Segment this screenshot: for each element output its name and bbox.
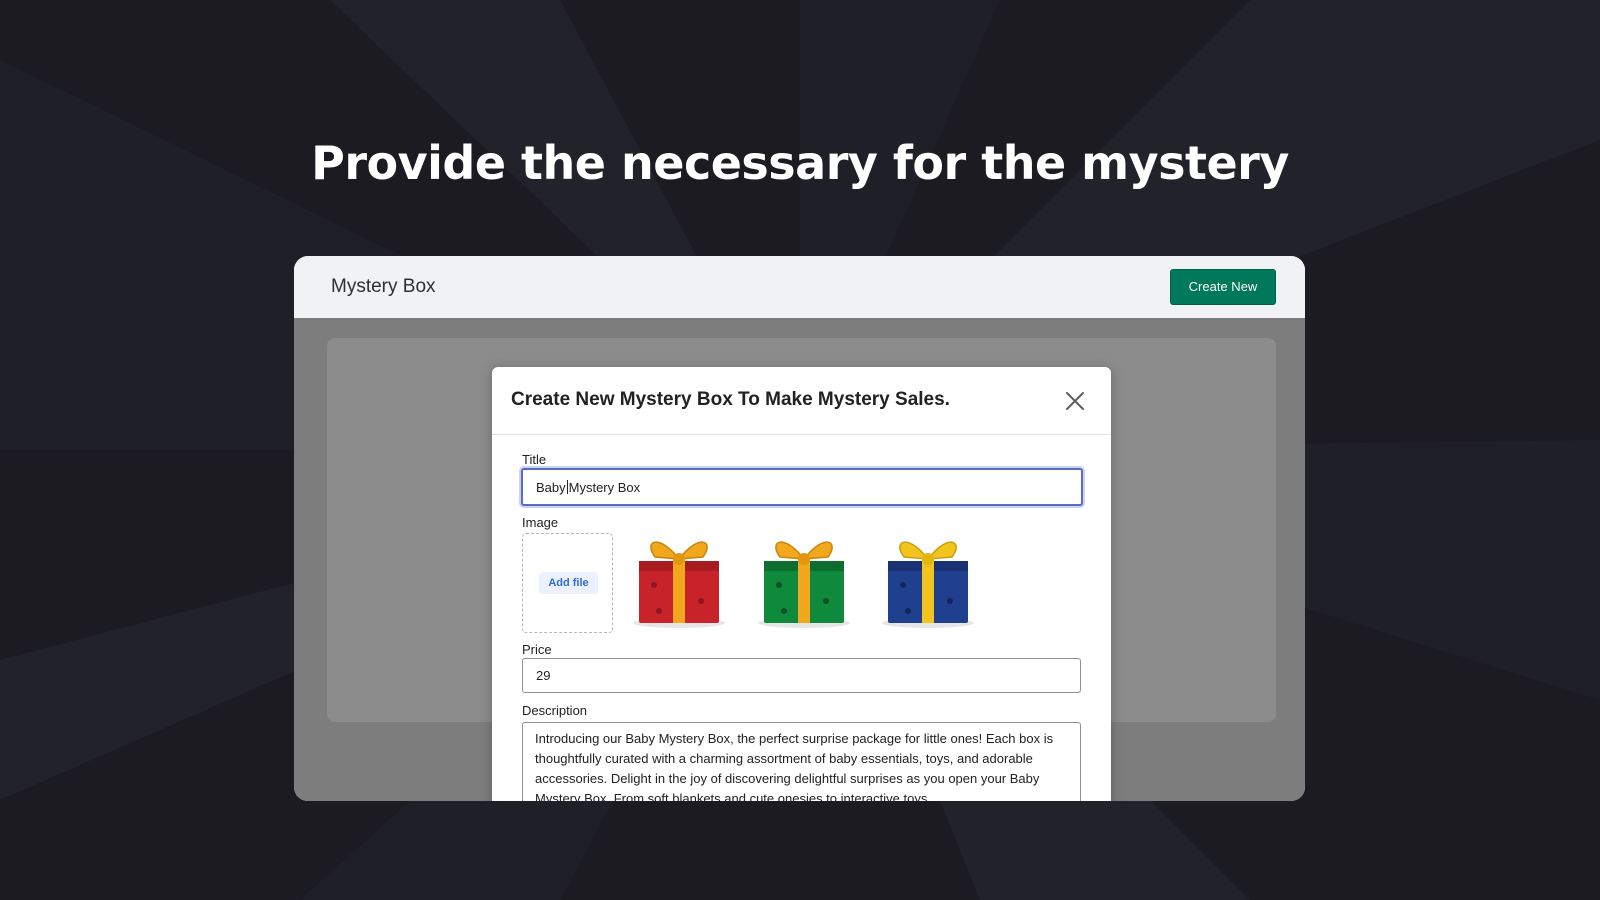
modal-header: Create New Mystery Box To Make Mystery S… bbox=[492, 367, 1111, 435]
image-label: Image bbox=[522, 515, 559, 530]
price-input[interactable]: 29 bbox=[522, 658, 1081, 693]
add-file-button[interactable]: Add file bbox=[539, 572, 598, 594]
green-gift-box-icon bbox=[758, 541, 850, 628]
blue-gift-box-icon bbox=[882, 541, 974, 628]
text-caret bbox=[566, 480, 568, 494]
create-mystery-box-modal: Create New Mystery Box To Make Mystery S… bbox=[492, 367, 1111, 801]
app-window: Mystery Box Create New Create New Myster… bbox=[294, 256, 1305, 801]
title-input[interactable]: Baby Mystery Box bbox=[521, 468, 1083, 506]
title-value-before-caret: Baby bbox=[536, 480, 566, 495]
red-gift-box-icon bbox=[633, 541, 725, 628]
title-value-after-caret: Mystery Box bbox=[568, 480, 641, 495]
app-header: Mystery Box Create New bbox=[294, 256, 1305, 318]
title-label: Title bbox=[522, 452, 547, 467]
app-title: Mystery Box bbox=[331, 276, 436, 297]
description-textarea[interactable]: Introducing our Baby Mystery Box, the pe… bbox=[522, 722, 1081, 801]
price-input-value: 29 bbox=[536, 668, 551, 683]
description-label: Description bbox=[522, 703, 588, 718]
close-icon[interactable] bbox=[1064, 390, 1086, 412]
title-input-value: Baby Mystery Box bbox=[536, 480, 640, 495]
image-dropzone[interactable]: Add file bbox=[522, 533, 613, 633]
modal-title: Create New Mystery Box To Make Mystery S… bbox=[511, 389, 950, 410]
price-label: Price bbox=[522, 642, 552, 657]
page-headline: Provide the necessary for the mystery bbox=[311, 136, 1289, 190]
create-new-button[interactable]: Create New bbox=[1170, 269, 1276, 305]
